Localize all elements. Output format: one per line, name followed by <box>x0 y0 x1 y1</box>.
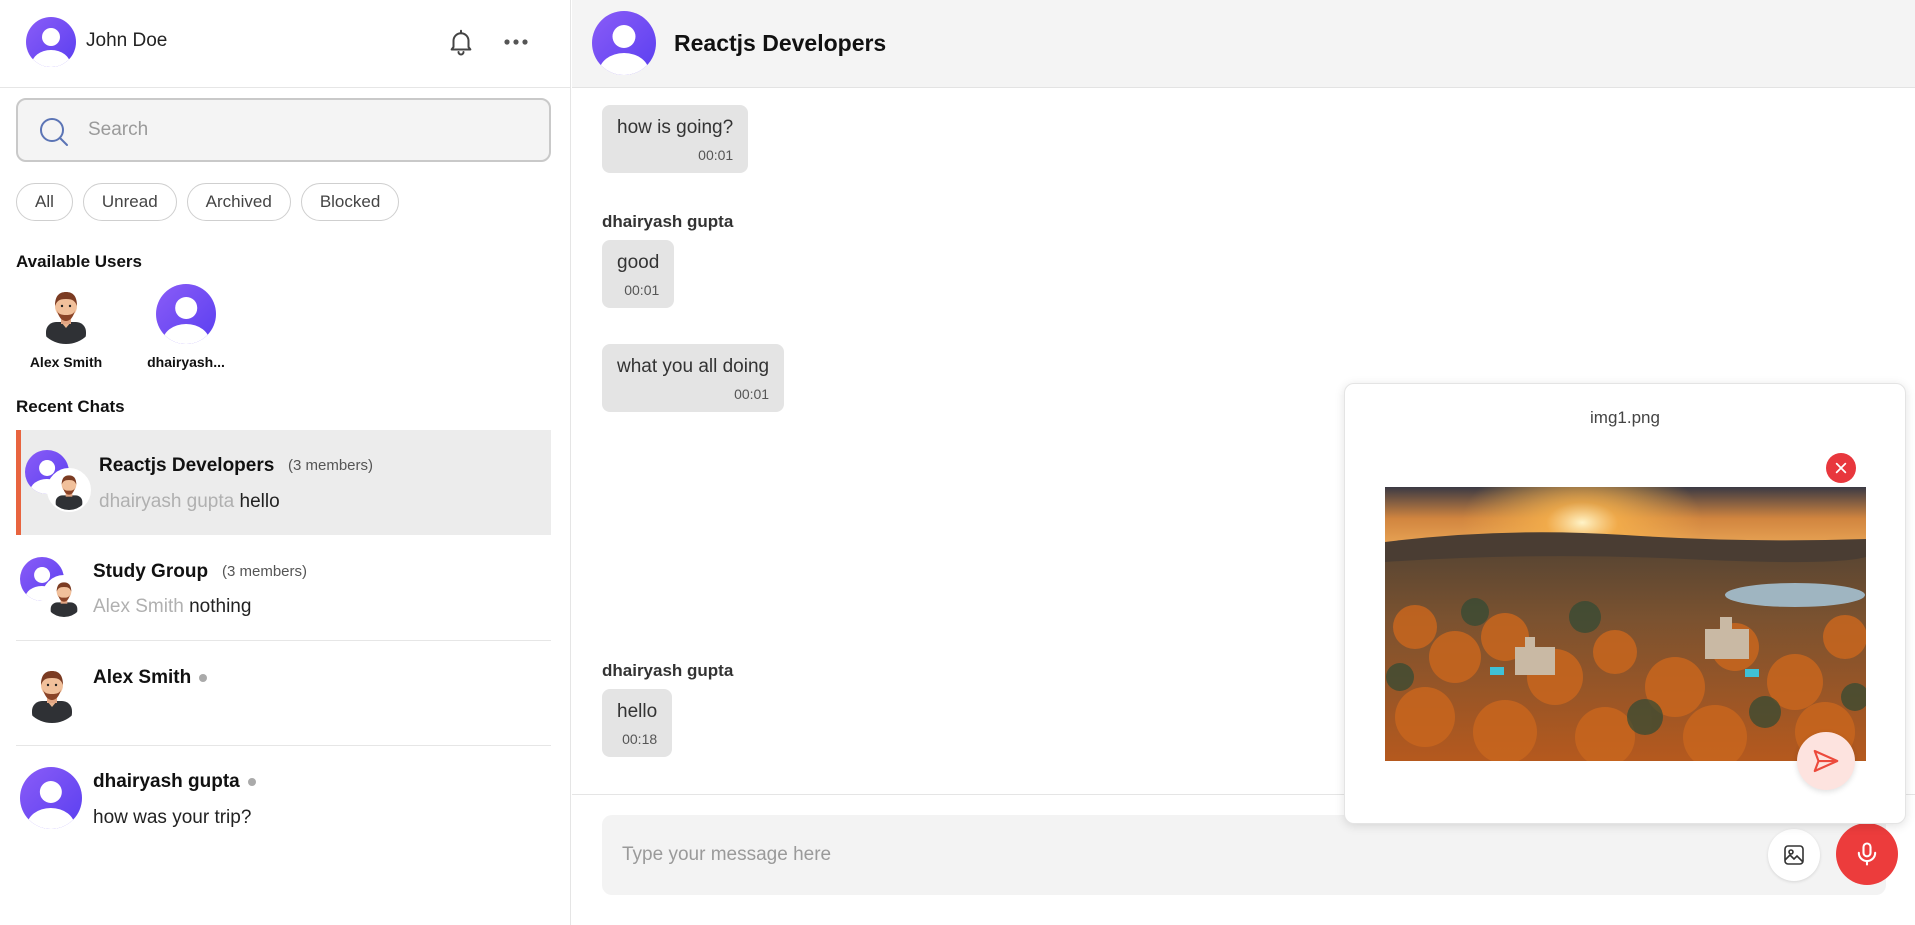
preview-text: hello <box>239 491 280 512</box>
chat-preview: Alex Smith nothing <box>93 596 251 618</box>
recent-chats-title: Recent Chats <box>16 397 125 416</box>
chat-members-count: (3 members) <box>288 457 374 474</box>
attachment-image <box>1385 487 1866 761</box>
image-preview-popup: img1.png <box>1344 383 1906 824</box>
chat-name: Reactjs Developers <box>99 455 275 476</box>
default-avatar <box>20 767 82 829</box>
search-icon <box>38 116 70 148</box>
chat-name: Alex Smith <box>93 667 208 689</box>
message-time: 00:01 <box>698 147 734 163</box>
message-sender: dhairyash gupta <box>602 661 734 680</box>
message-composer <box>602 815 1898 895</box>
chat-item-dhairyash-gupta[interactable]: dhairyash gupta how was your trip? <box>16 746 551 851</box>
chat-name-text: Alex Smith <box>93 667 192 688</box>
sidebar-header: John Doe <box>0 0 570 88</box>
mic-button[interactable] <box>1836 823 1898 885</box>
chat-item-study-group[interactable]: Study Group (3 members) Alex Smith nothi… <box>16 535 551 641</box>
chat-item-reactjs-developers[interactable]: Reactjs Developers (3 members) dhairyash… <box>16 430 551 535</box>
available-user-dhairyash[interactable]: dhairyash... <box>141 284 231 370</box>
chat-preview: how was your trip? <box>93 807 252 828</box>
message-text: good <box>617 252 660 273</box>
filter-archived[interactable]: Archived <box>186 183 291 221</box>
current-user-avatar[interactable] <box>26 17 76 67</box>
bell-icon[interactable] <box>446 27 476 57</box>
message-bubble: hello 00:18 <box>602 689 673 757</box>
more-options-icon[interactable] <box>500 27 532 57</box>
available-users-title: Available Users <box>16 252 142 271</box>
search-input[interactable] <box>88 110 528 150</box>
message-time: 00:01 <box>734 386 770 402</box>
chat-title: Reactjs Developers <box>674 30 887 56</box>
chat-preview: dhairyash gupta hello <box>99 491 280 513</box>
preview-text: nothing <box>189 596 252 617</box>
microphone-icon <box>1857 842 1877 866</box>
close-icon <box>1835 462 1847 474</box>
message-bubble: what you all doing 00:01 <box>602 344 785 412</box>
filter-chips: All Unread Archived Blocked <box>16 183 400 221</box>
attachment-filename: img1.png <box>1590 408 1660 427</box>
preview-sender: Alex Smith <box>93 596 184 617</box>
send-attachment-button[interactable] <box>1797 732 1855 790</box>
group-avatar[interactable] <box>592 11 656 75</box>
chat-members-count: (3 members) <box>222 563 308 580</box>
message-time: 00:18 <box>622 731 658 747</box>
message-text: what you all doing <box>617 356 770 377</box>
message-input[interactable] <box>622 835 1622 875</box>
chat-name: Study Group <box>93 561 209 582</box>
preview-sender: dhairyash gupta <box>99 491 235 512</box>
chat-header: Reactjs Developers <box>572 0 1915 88</box>
chat-name-text: dhairyash gupta <box>93 771 240 792</box>
status-dot <box>199 673 208 682</box>
chat-name: dhairyash gupta <box>93 771 256 793</box>
attach-image-button[interactable] <box>1768 829 1820 881</box>
available-user-name: dhairyash... <box>147 354 225 370</box>
chat-app: John Doe All Unread Arch <box>0 0 1915 925</box>
available-user-alex-smith[interactable]: Alex Smith <box>21 284 111 370</box>
message-text: hello <box>617 701 658 722</box>
message-bubble: how is going? 00:01 <box>602 105 749 173</box>
send-icon <box>1813 749 1839 773</box>
filter-unread[interactable]: Unread <box>82 183 177 221</box>
cartoon-man-avatar <box>36 284 96 344</box>
image-icon <box>1784 845 1804 865</box>
message-sender: dhairyash gupta <box>602 212 734 231</box>
default-avatar <box>156 284 216 344</box>
current-user-name: John Doe <box>86 30 168 51</box>
sidebar: John Doe All Unread Arch <box>0 0 571 925</box>
cartoon-man-avatar <box>22 663 82 723</box>
search-box <box>16 98 551 162</box>
message-bubble: good 00:01 <box>602 240 675 308</box>
message-time: 00:01 <box>624 282 660 298</box>
group-avatar <box>25 450 91 512</box>
status-dot <box>247 777 256 786</box>
close-preview-button[interactable] <box>1826 453 1856 483</box>
chat-item-alex-smith[interactable]: Alex Smith <box>16 641 551 746</box>
cartoon-man-avatar <box>42 575 86 619</box>
filter-all[interactable]: All <box>16 183 73 221</box>
filter-blocked[interactable]: Blocked <box>300 183 400 221</box>
cartoon-man-avatar <box>47 468 91 512</box>
group-avatar <box>20 557 86 619</box>
available-user-name: Alex Smith <box>29 354 103 370</box>
message-text: how is going? <box>617 117 734 138</box>
